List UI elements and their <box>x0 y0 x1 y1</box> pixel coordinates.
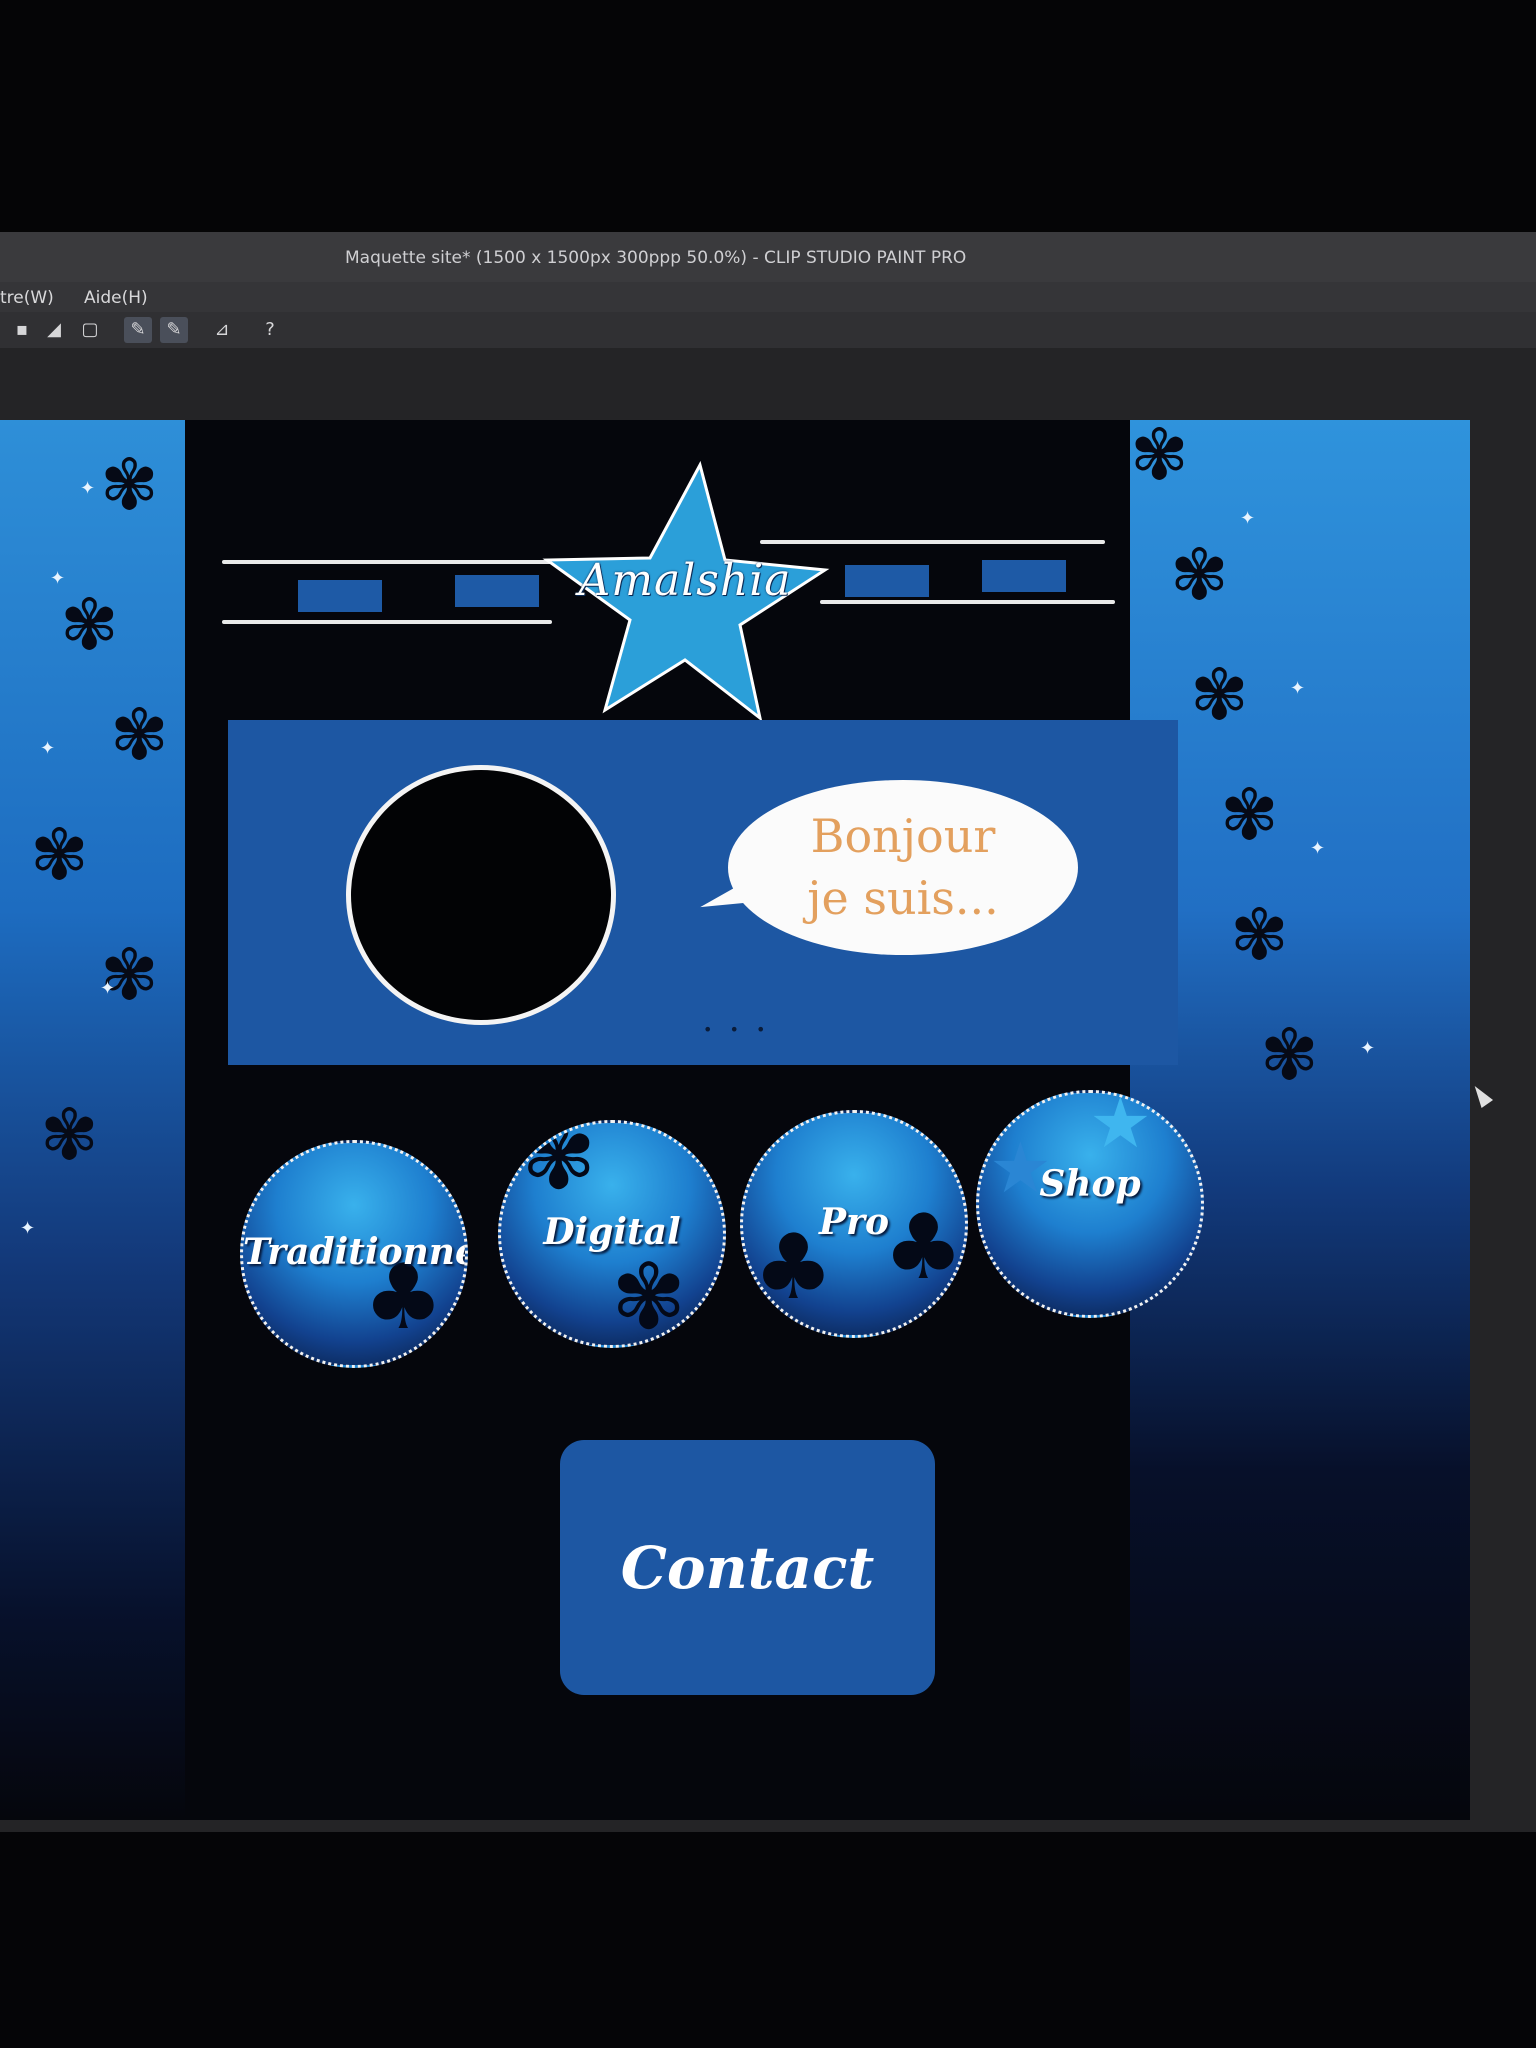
leaf-icon: ✾ <box>611 1245 687 1348</box>
ruler-icon[interactable]: ⊿ <box>208 317 236 343</box>
category-label: Traditionnel <box>243 1231 468 1273</box>
leaf-icon: ✾ <box>100 934 159 1016</box>
help-icon[interactable]: ? <box>256 317 284 343</box>
nav-placeholder[interactable] <box>982 560 1066 592</box>
intro-banner: Bonjour je suis... • • • <box>228 720 1178 1065</box>
category-label: Shop <box>1039 1163 1141 1205</box>
nav-placeholder[interactable] <box>845 565 929 597</box>
desk-background <box>0 0 1536 250</box>
category-traditionnel[interactable]: ♣ Traditionnel <box>240 1140 468 1368</box>
sparkle-icon: ✦ <box>40 738 56 759</box>
leaf-icon: ✾ <box>30 814 89 896</box>
category-shop[interactable]: ★ ★ Shop <box>976 1090 1204 1318</box>
header-rule <box>222 620 552 624</box>
leaf-icon: ✾ <box>1230 894 1289 976</box>
leaf-icon: ✾ <box>1190 654 1249 736</box>
sparkle-icon: ✦ <box>1290 678 1306 699</box>
profile-photo-placeholder <box>346 765 616 1025</box>
title-bar: Maquette site* (1500 x 1500px 300ppp 50.… <box>0 232 1536 282</box>
sparkle-icon: ✦ <box>100 978 116 999</box>
menu-bar: tre(W) Aide(H) <box>0 282 1536 312</box>
left-foliage-panel: ✾ ✾ ✾ ✾ ✾ ✾ ✦ ✦ ✦ ✦ ✦ <box>0 420 185 1820</box>
sparkle-icon: ✦ <box>80 478 96 499</box>
tool-icon[interactable]: ◢ <box>40 317 68 343</box>
leaf-icon: ✾ <box>40 1094 99 1176</box>
header-rule <box>222 560 552 564</box>
pen-tool-icon[interactable]: ✎ <box>124 317 152 343</box>
leaf-icon: ✾ <box>60 584 119 666</box>
logo-text[interactable]: Amalshia <box>560 555 810 606</box>
leaf-icon: ✾ <box>1260 1014 1319 1096</box>
sparkle-icon: ✦ <box>50 568 66 589</box>
category-label: Digital <box>543 1211 681 1253</box>
leaf-icon: ✾ <box>1170 534 1229 616</box>
menu-item-window[interactable]: tre(W) <box>0 288 54 308</box>
star-icon: ★ <box>1089 1090 1152 1164</box>
category-label: Pro <box>818 1201 890 1243</box>
sparkle-icon: ✦ <box>1310 838 1326 859</box>
leaf-icon: ✾ <box>521 1120 597 1210</box>
tool-bar: ▪ ◢ ▢ ✎ ✎ ⊿ ? <box>0 312 1536 348</box>
category-pro[interactable]: ♣ ♣ Pro <box>740 1110 968 1338</box>
greeting-text: Bonjour je suis... <box>728 805 1078 929</box>
leaf-icon: ✾ <box>1130 420 1189 496</box>
sparkle-icon: ✦ <box>20 1218 36 1239</box>
menu-item-help[interactable]: Aide(H) <box>84 288 148 308</box>
contact-button[interactable]: Contact <box>560 1440 935 1695</box>
header-rule <box>820 600 1115 604</box>
mouse-cursor-icon <box>1468 1081 1494 1109</box>
tool-icon[interactable]: ▢ <box>76 317 104 343</box>
design-canvas[interactable]: ✾ ✾ ✾ ✾ ✾ ✾ ✦ ✦ ✦ ✦ ✦ ✾ ✾ ✾ ✾ ✾ ✾ ✦ ✦ ✦ … <box>0 420 1470 1820</box>
category-digital[interactable]: ✾ ✾ Digital <box>498 1120 726 1348</box>
tool-icon[interactable]: ▪ <box>8 317 36 343</box>
leaf-icon: ✾ <box>1220 774 1279 856</box>
window-title: Maquette site* (1500 x 1500px 300ppp 50.… <box>345 248 967 268</box>
leaf-icon: ✾ <box>110 694 169 776</box>
sparkle-icon: ✦ <box>1240 508 1256 529</box>
carousel-dots[interactable]: • • • <box>703 1020 771 1039</box>
nav-placeholder[interactable] <box>298 580 382 612</box>
greeting-line-2: je suis... <box>807 871 999 925</box>
greeting-line-1: Bonjour <box>810 809 996 863</box>
pen-tool-icon[interactable]: ✎ <box>160 317 188 343</box>
nav-placeholder[interactable] <box>455 575 539 607</box>
sparkle-icon: ✦ <box>1360 1038 1376 1059</box>
leaf-icon: ✾ <box>100 444 159 526</box>
right-foliage-panel: ✾ ✾ ✾ ✾ ✾ ✾ ✦ ✦ ✦ ✦ <box>1130 420 1470 1820</box>
